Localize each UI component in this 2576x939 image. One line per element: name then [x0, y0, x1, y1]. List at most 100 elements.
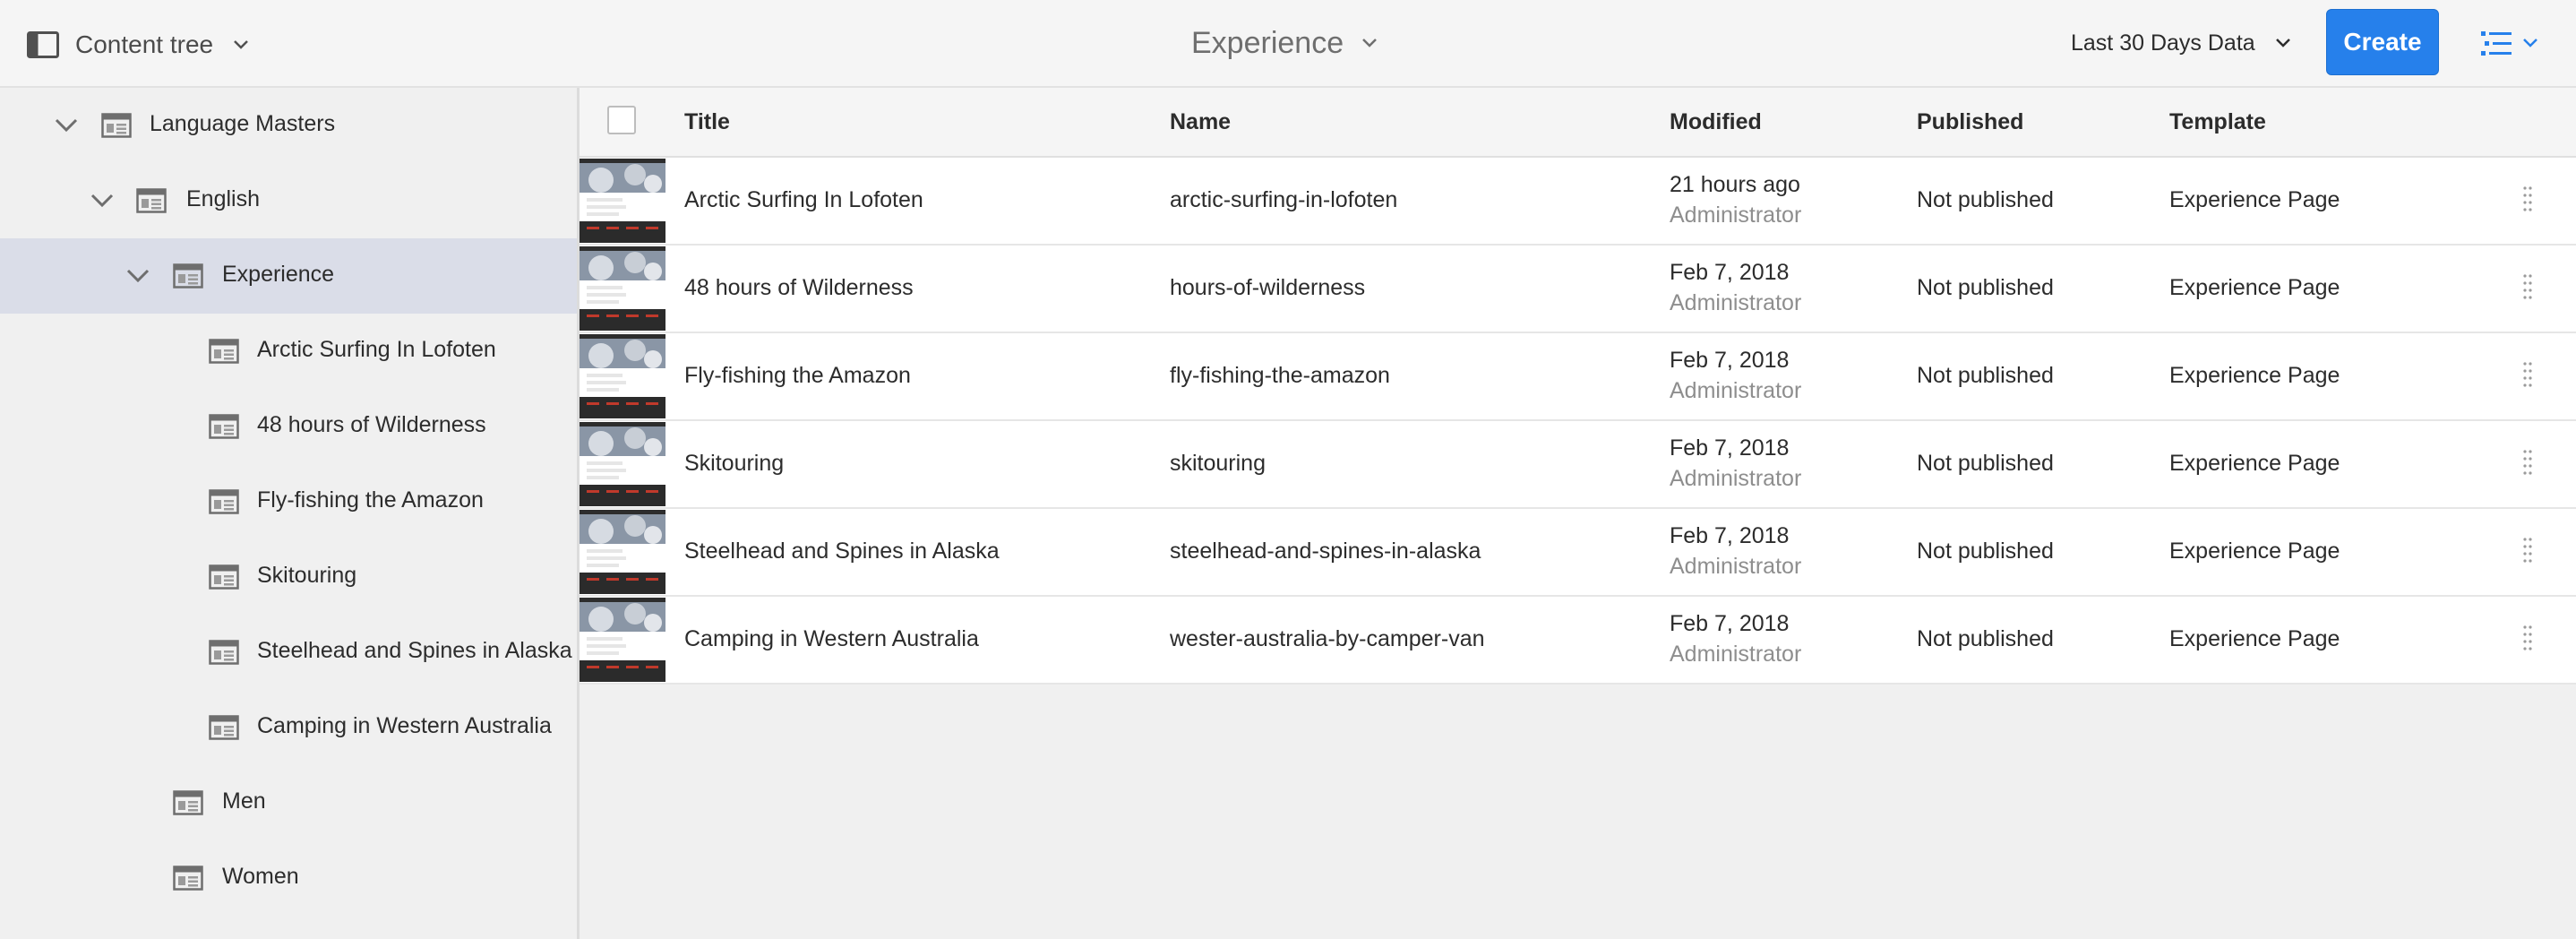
- drag-handle-icon[interactable]: [2521, 360, 2534, 392]
- cell-name: fly-fishing-the-amazon: [1170, 363, 1390, 388]
- cell-title: Fly-fishing the Amazon: [684, 363, 911, 388]
- cell-name: arctic-surfing-in-lofoten: [1170, 187, 1398, 212]
- period-label: Last 30 Days Data: [2071, 30, 2255, 56]
- cell-template: Experience Page: [2169, 363, 2340, 388]
- tree-item[interactable]: Fly-fishing the Amazon: [0, 464, 577, 539]
- table-row[interactable]: Skitouring skitouring Feb 7, 2018 Administr…: [580, 421, 2576, 509]
- cell-modified-by: Administrator: [1670, 378, 1802, 403]
- table-row[interactable]: Steelhead and Spines in Alaska steelhead-…: [580, 509, 2576, 597]
- cell-published: Not published: [1917, 626, 2054, 651]
- cell-published: Not published: [1917, 275, 2054, 300]
- chevron-down-icon[interactable]: [54, 113, 79, 138]
- tree-item-label: Skitouring: [257, 563, 357, 588]
- cell-name: skitouring: [1170, 451, 1266, 476]
- page-icon: [209, 489, 239, 514]
- page-thumbnail: [580, 334, 665, 418]
- cell-modified-by: Administrator: [1670, 554, 1802, 579]
- tree-item-label: Experience: [222, 262, 335, 287]
- page-icon: [173, 790, 203, 815]
- cell-title: Camping in Western Australia: [684, 626, 979, 651]
- table-row[interactable]: Fly-fishing the Amazon fly-fishing-the-am…: [580, 333, 2576, 421]
- tree-item[interactable]: Men: [0, 765, 577, 840]
- drag-handle-icon[interactable]: [2521, 185, 2534, 217]
- chevron-down-icon: [2523, 39, 2537, 47]
- page-thumbnail: [580, 598, 665, 682]
- page-icon: [209, 414, 239, 439]
- tree-item[interactable]: Skitouring: [0, 539, 577, 615]
- column-header-template[interactable]: Template: [2169, 109, 2266, 135]
- tree-item[interactable]: Women: [0, 840, 577, 916]
- cell-published: Not published: [1917, 538, 2054, 564]
- page-thumbnail: [580, 510, 665, 594]
- chevron-down-icon[interactable]: [125, 263, 150, 289]
- tree-item[interactable]: Language Masters: [0, 88, 577, 163]
- cell-modified-by: Administrator: [1670, 466, 1802, 491]
- rail-toggle-label: Content tree: [75, 30, 214, 58]
- tree-item[interactable]: Arctic Surfing In Lofoten: [0, 314, 577, 389]
- tree-item[interactable]: Experience: [0, 238, 577, 314]
- cell-modified: Feb 7, 2018: [1670, 260, 1790, 285]
- table-row[interactable]: 48 hours of Wilderness hours-of-wildernes…: [580, 246, 2576, 333]
- thumbnail: [580, 598, 665, 682]
- column-header-published[interactable]: Published: [1917, 109, 2023, 135]
- page-icon: [173, 866, 203, 891]
- table-header: Title Name Modified Published Template: [580, 88, 2576, 158]
- column-header-modified[interactable]: Modified: [1670, 109, 1762, 135]
- cell-modified: Feb 7, 2018: [1670, 348, 1790, 373]
- thumbnail: [580, 334, 665, 418]
- tree-item-label: Men: [222, 788, 266, 814]
- page-icon: [209, 564, 239, 590]
- tree-item-label: Camping in Western Australia: [257, 713, 552, 738]
- cell-modified-by: Administrator: [1670, 642, 1802, 667]
- list-view: Title Name Modified Published Template A…: [580, 88, 2576, 939]
- column-header-name[interactable]: Name: [1170, 109, 1231, 135]
- chevron-down-icon[interactable]: [90, 188, 115, 213]
- drag-handle-icon[interactable]: [2521, 448, 2534, 480]
- tree-item[interactable]: English: [0, 163, 577, 238]
- tree-item-label: 48 hours of Wilderness: [257, 412, 486, 437]
- tree-item-label: Arctic Surfing In Lofoten: [257, 337, 496, 362]
- create-button[interactable]: Create: [2326, 9, 2439, 75]
- cell-name: hours-of-wilderness: [1170, 275, 1366, 300]
- column-header-title[interactable]: Title: [684, 109, 730, 135]
- tree-item-label: Language Masters: [150, 111, 336, 136]
- thumbnail: [580, 510, 665, 594]
- tree-item-label: Steelhead and Spines in Alaska: [257, 638, 572, 663]
- cell-template: Experience Page: [2169, 626, 2340, 651]
- cell-published: Not published: [1917, 451, 2054, 476]
- thumbnail: [580, 159, 665, 243]
- chevron-down-icon: [2275, 39, 2290, 47]
- cell-title: 48 hours of Wilderness: [684, 275, 914, 300]
- table-row[interactable]: Arctic Surfing In Lofoten arctic-surfing-…: [580, 158, 2576, 246]
- cell-title: Skitouring: [684, 451, 785, 476]
- cell-modified: Feb 7, 2018: [1670, 611, 1790, 636]
- page-title-dropdown[interactable]: Experience: [1191, 22, 1378, 65]
- page-thumbnail: [580, 159, 665, 243]
- action-bar: Content tree Experience Last 30 Days Dat…: [0, 0, 2576, 88]
- tree-item[interactable]: Steelhead and Spines in Alaska: [0, 615, 577, 690]
- cell-published: Not published: [1917, 187, 2054, 212]
- drag-handle-icon[interactable]: [2521, 536, 2534, 568]
- drag-handle-icon[interactable]: [2521, 272, 2534, 305]
- cell-template: Experience Page: [2169, 451, 2340, 476]
- cell-modified: Feb 7, 2018: [1670, 523, 1790, 548]
- analytics-period-dropdown[interactable]: Last 30 Days Data: [2071, 25, 2291, 61]
- list-view-icon: [2481, 31, 2512, 56]
- cell-template: Experience Page: [2169, 275, 2340, 300]
- drag-handle-icon[interactable]: [2521, 624, 2534, 656]
- cell-title: Arctic Surfing In Lofoten: [684, 187, 923, 212]
- sidebar-panel-icon: [27, 31, 59, 58]
- thumbnail: [580, 246, 665, 331]
- view-switcher[interactable]: [2481, 25, 2538, 61]
- rail-toggle-button[interactable]: Content tree: [27, 27, 249, 63]
- cell-modified: 21 hours ago: [1670, 172, 1800, 197]
- tree-item[interactable]: 48 hours of Wilderness: [0, 389, 577, 464]
- cell-title: Steelhead and Spines in Alaska: [684, 538, 1000, 564]
- tree-item-label: Fly-fishing the Amazon: [257, 487, 484, 513]
- chevron-down-icon: [234, 40, 248, 49]
- table-row[interactable]: Camping in Western Australia wester-austr…: [580, 597, 2576, 685]
- page-thumbnail: [580, 246, 665, 331]
- tree-item[interactable]: Camping in Western Australia: [0, 690, 577, 765]
- select-all-checkbox[interactable]: [607, 106, 636, 134]
- page-icon: [209, 715, 239, 740]
